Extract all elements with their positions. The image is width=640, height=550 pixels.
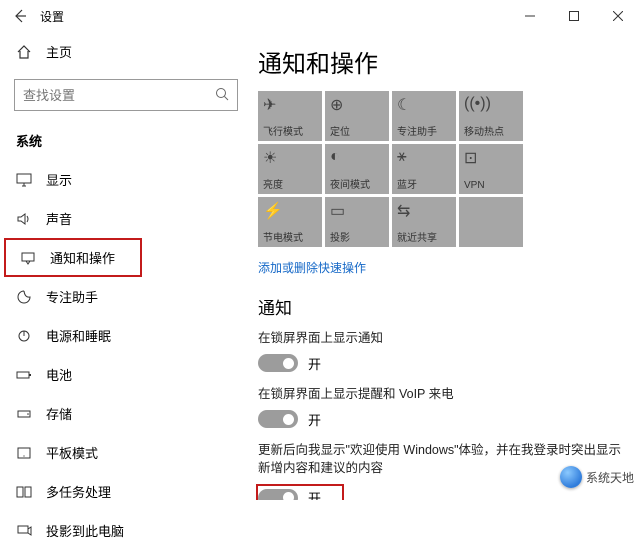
tile-label: 节电模式 — [263, 229, 303, 244]
quick-action-tile[interactable]: ◐ 夜间模式 — [325, 144, 389, 194]
tile-icon: ✈ — [263, 95, 276, 115]
multitask-icon — [16, 484, 32, 500]
tile-label: 飞行模式 — [263, 123, 303, 138]
tile-icon: ⚹ — [397, 148, 407, 166]
setting-desc: 在锁屏界面上显示通知 — [258, 329, 630, 348]
sidebar-item-power[interactable]: 电源和睡眠 — [0, 316, 252, 355]
tile-label: VPN — [464, 180, 485, 191]
toggle-state-label: 开 — [308, 488, 321, 500]
sidebar-home-label: 主页 — [46, 42, 72, 61]
window-title: 设置 — [40, 8, 64, 25]
quick-actions-grid: ✈ 飞行模式 ⊕ 定位 ☾ 专注助手 ((•)) 移动热点 ☀ 亮度 ◐ 夜间模式 ⚹ 蓝牙 ⊡ VPN ⚡ 节电… — [258, 91, 630, 247]
tile-icon: ⊕ — [330, 95, 343, 115]
tablet-icon — [16, 445, 32, 461]
toggle-state-label: 开 — [308, 410, 321, 429]
home-icon — [16, 44, 32, 60]
tile-icon: ⇆ — [397, 201, 410, 221]
sidebar-item-label: 平板模式 — [46, 443, 98, 462]
sidebar-item-label: 声音 — [46, 209, 72, 228]
sidebar-item-sound[interactable]: 声音 — [0, 199, 252, 238]
quick-action-tile[interactable]: ⊡ VPN — [459, 144, 523, 194]
tile-icon: ⊡ — [464, 148, 477, 168]
sidebar: 主页 系统 显示声音通知和操作专注助手电源和睡眠电池存储平板模式多任务处理投影到… — [0, 32, 252, 500]
quick-action-tile — [459, 197, 523, 247]
sidebar-item-label: 专注助手 — [46, 287, 98, 306]
tile-icon: ☀ — [263, 148, 277, 168]
quick-action-tile[interactable]: ▭ 投影 — [325, 197, 389, 247]
tile-icon: ☾ — [397, 95, 411, 115]
sidebar-item-focus[interactable]: 专注助手 — [0, 277, 252, 316]
setting-desc: 在锁屏界面上显示提醒和 VoIP 来电 — [258, 385, 630, 404]
quick-action-tile[interactable]: ☾ 专注助手 — [392, 91, 456, 141]
globe-icon — [560, 466, 582, 488]
sidebar-item-multitask[interactable]: 多任务处理 — [0, 472, 252, 511]
toggle-switch[interactable] — [258, 489, 298, 501]
close-button[interactable] — [596, 0, 640, 32]
toggle-switch[interactable] — [258, 354, 298, 372]
sidebar-item-label: 多任务处理 — [46, 482, 111, 501]
focus-icon — [16, 289, 32, 305]
power-icon — [16, 328, 32, 344]
setting-item: 在锁屏界面上显示提醒和 VoIP 来电开 — [258, 385, 630, 429]
tile-label: 亮度 — [263, 176, 283, 191]
quick-action-tile[interactable]: ✈ 飞行模式 — [258, 91, 322, 141]
sidebar-item-battery[interactable]: 电池 — [0, 355, 252, 394]
notifications-icon — [20, 250, 36, 266]
search-input[interactable] — [14, 79, 238, 111]
tile-label: 就近共享 — [397, 229, 437, 244]
toggle-state-label: 开 — [308, 354, 321, 373]
storage-icon — [16, 406, 32, 422]
tile-label: 蓝牙 — [397, 176, 417, 191]
sidebar-item-label: 投影到此电脑 — [46, 521, 124, 540]
tile-label: 专注助手 — [397, 123, 437, 138]
search-input-wrap — [14, 79, 238, 111]
sidebar-item-storage[interactable]: 存储 — [0, 394, 252, 433]
sidebar-item-notifications[interactable]: 通知和操作 — [4, 238, 142, 277]
sidebar-item-label: 电池 — [46, 365, 72, 384]
quick-action-tile[interactable]: ☀ 亮度 — [258, 144, 322, 194]
tile-label: 夜间模式 — [330, 176, 370, 191]
tile-label: 移动热点 — [464, 123, 504, 138]
search-icon — [214, 86, 230, 102]
project-icon — [16, 523, 32, 539]
tile-label: 定位 — [330, 123, 350, 138]
toggle-switch[interactable] — [258, 410, 298, 428]
watermark: 系统天地 — [560, 466, 634, 488]
content: 通知和操作 ✈ 飞行模式 ⊕ 定位 ☾ 专注助手 ((•)) 移动热点 ☀ 亮度 ◐ 夜间模式 ⚹ 蓝牙 ⊡… — [252, 32, 640, 500]
sidebar-item-label: 显示 — [46, 170, 72, 189]
sidebar-item-display[interactable]: 显示 — [0, 160, 252, 199]
sidebar-section: 系统 — [0, 125, 252, 160]
tile-icon: ⚡ — [263, 201, 283, 221]
setting-item: 在锁屏界面上显示通知开 — [258, 329, 630, 373]
edit-quick-actions-link[interactable]: 添加或删除快速操作 — [258, 259, 366, 276]
quick-action-tile[interactable]: ⚡ 节电模式 — [258, 197, 322, 247]
tile-icon: ◐ — [330, 148, 340, 166]
display-icon — [16, 172, 32, 188]
tile-icon: ▭ — [330, 201, 345, 221]
sidebar-item-project[interactable]: 投影到此电脑 — [0, 511, 252, 550]
page-title: 通知和操作 — [258, 32, 630, 87]
sidebar-item-label: 电源和睡眠 — [46, 326, 111, 345]
quick-action-tile[interactable]: ⚹ 蓝牙 — [392, 144, 456, 194]
maximize-button[interactable] — [552, 0, 596, 32]
quick-action-tile[interactable]: ⊕ 定位 — [325, 91, 389, 141]
minimize-button[interactable] — [508, 0, 552, 32]
notifications-heading: 通知 — [258, 294, 630, 319]
sidebar-item-label: 通知和操作 — [50, 248, 115, 267]
back-button[interactable] — [8, 4, 32, 28]
sidebar-home[interactable]: 主页 — [0, 32, 252, 71]
sound-icon — [16, 211, 32, 227]
quick-action-tile[interactable]: ((•)) 移动热点 — [459, 91, 523, 141]
sidebar-item-label: 存储 — [46, 404, 72, 423]
quick-action-tile[interactable]: ⇆ 就近共享 — [392, 197, 456, 247]
tile-icon: ((•)) — [464, 95, 491, 113]
tile-label: 投影 — [330, 229, 350, 244]
sidebar-item-tablet[interactable]: 平板模式 — [0, 433, 252, 472]
battery-icon — [16, 367, 32, 383]
